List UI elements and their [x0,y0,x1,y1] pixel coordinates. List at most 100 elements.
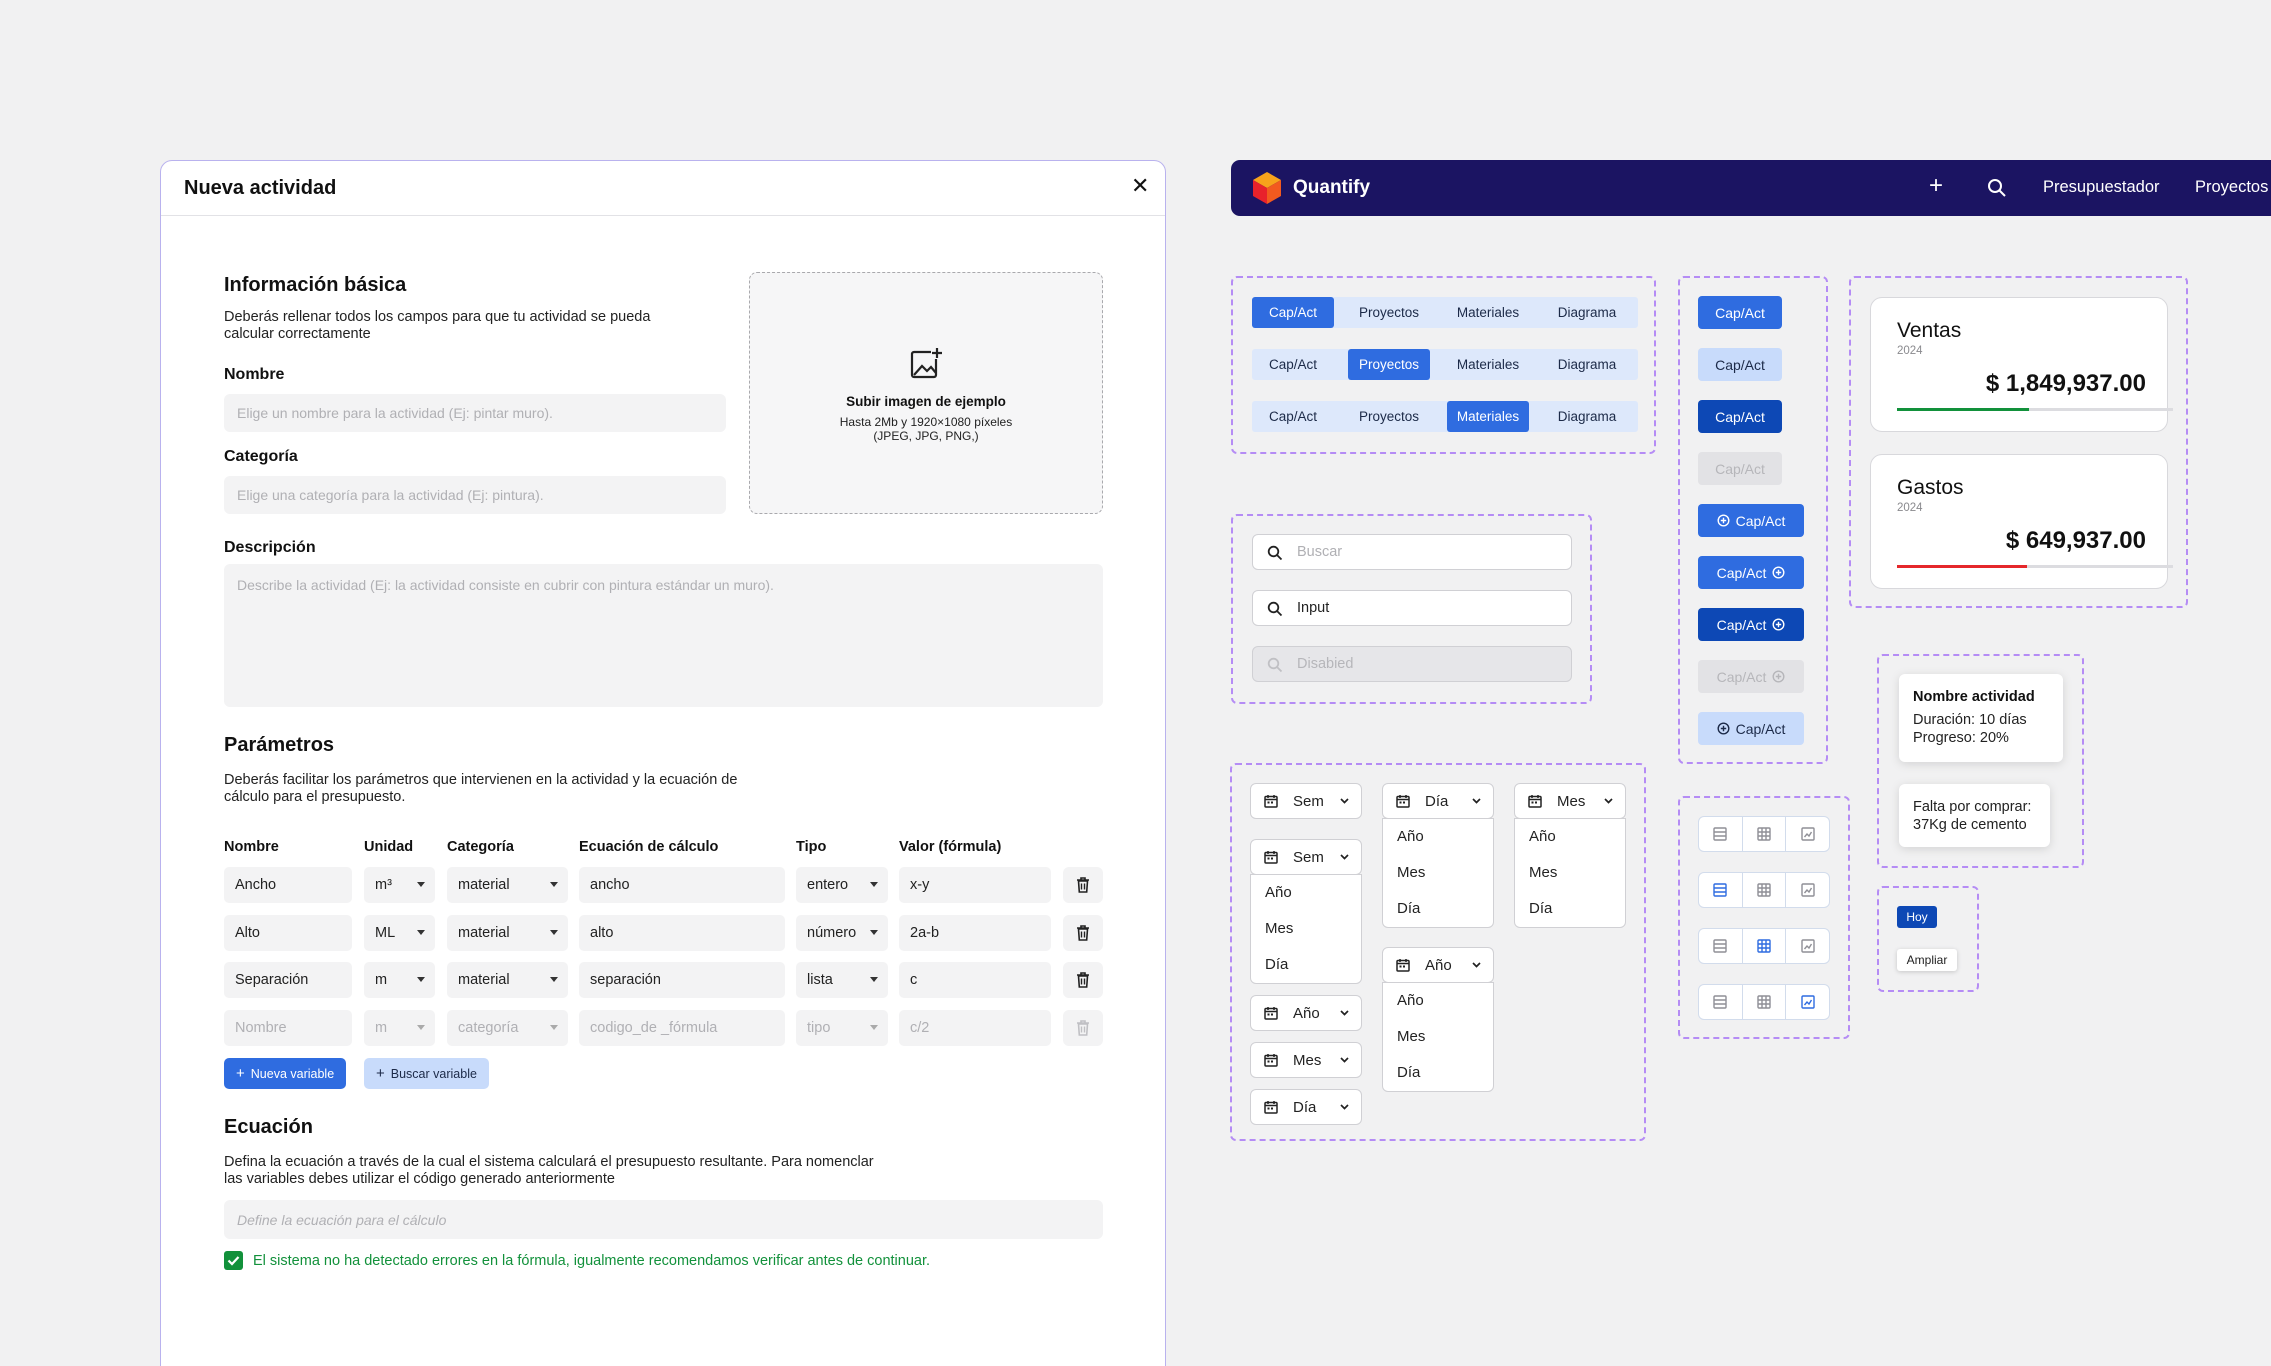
param-equation-input[interactable]: separación [579,962,785,998]
activity-name-input[interactable]: Elige un nombre para la actividad (Ej: p… [224,394,726,432]
segment-item[interactable]: Cap/Act [1252,349,1334,380]
param-category-select[interactable]: categoría [447,1009,568,1046]
dropdown-option[interactable]: Año [1515,819,1625,855]
param-name-input[interactable]: Alto [224,914,352,951]
dropdown-option[interactable]: Mes [1383,855,1493,891]
cap-act-button[interactable]: Cap/Act [1698,608,1804,641]
chevron-down-icon [1340,1057,1349,1063]
equation-input[interactable]: Define la ecuación para el cálculo [224,1200,1103,1239]
cap-act-button[interactable]: Cap/Act [1698,504,1804,537]
delete-row-button[interactable] [1063,867,1103,903]
param-name-input[interactable]: Ancho [224,867,352,903]
date-range-dropdown[interactable]: Mes [1514,783,1626,819]
segment-item[interactable]: Proyectos [1348,349,1430,380]
param-equation-input[interactable]: codigo_de _fórmula [579,1009,785,1046]
param-unit-select[interactable]: m³ [364,867,435,903]
dropdown-option[interactable]: Día [1515,891,1625,927]
segment-item[interactable]: Proyectos [1348,297,1430,328]
date-range-dropdown[interactable]: Mes [1250,1042,1362,1078]
table-view-button[interactable] [1743,929,1787,963]
top-navbar: Quantify + Presupuestador Proyectos [1231,160,2271,216]
diagram-view-button[interactable] [1786,929,1829,963]
diagram-view-button[interactable] [1786,985,1829,1019]
diagram-view-button[interactable] [1786,817,1829,851]
date-range-dropdown[interactable]: Sem [1250,839,1362,875]
search-variable-button[interactable]: + Buscar variable [364,1058,489,1089]
activity-name-placeholder: Elige un nombre para la actividad (Ej: p… [237,405,553,421]
cap-act-button[interactable]: Cap/Act [1698,348,1782,381]
param-type-select[interactable]: lista [796,962,888,998]
param-value-input[interactable]: c [899,962,1051,998]
success-check-icon [224,1251,243,1270]
add-icon[interactable]: + [1929,173,1943,199]
dropdown-option[interactable]: Año [1251,875,1361,911]
activity-category-input[interactable]: Elige una categoría para la actividad (E… [224,476,726,514]
cap-act-button[interactable]: Cap/Act [1698,556,1804,589]
table-view-button[interactable] [1743,817,1787,851]
search-input[interactable]: Buscar [1252,534,1572,570]
list-view-button[interactable] [1699,985,1743,1019]
close-icon[interactable]: ✕ [1131,176,1149,198]
diagram-view-button[interactable] [1786,873,1829,907]
dropdown-option[interactable]: Año [1383,983,1493,1019]
param-type-select[interactable]: número [796,914,888,951]
nav-link-projects[interactable]: Proyectos [2195,178,2268,197]
segment-item[interactable]: Materiales [1447,297,1529,328]
segment-item[interactable]: Diagrama [1545,401,1629,432]
param-category-select[interactable]: material [447,867,568,903]
segment-item[interactable]: Proyectos [1348,401,1430,432]
param-value-input[interactable]: c/2 [899,1009,1051,1046]
list-view-button[interactable] [1699,873,1743,907]
date-range-dropdown[interactable]: Año [1382,947,1494,983]
delete-row-button[interactable] [1063,962,1103,998]
dropdown-option[interactable]: Año [1383,819,1493,855]
param-unit-select[interactable]: m [364,962,435,998]
list-view-button[interactable] [1699,817,1743,851]
segment-item[interactable]: Materiales [1447,349,1529,380]
param-unit-select[interactable]: ML [364,914,435,951]
date-range-dropdown[interactable]: Día [1250,1089,1362,1125]
param-value-input[interactable]: 2a-b [899,914,1051,951]
delete-row-button[interactable] [1063,914,1103,951]
param-unit-select[interactable]: m [364,1009,435,1046]
param-value-input[interactable]: x-y [899,867,1051,903]
cap-act-button[interactable]: Cap/Act [1698,712,1804,745]
dropdown-option[interactable]: Día [1383,1055,1493,1091]
nav-link-budget[interactable]: Presupuestador [2043,178,2160,197]
param-type-select[interactable]: tipo [796,1009,888,1046]
date-range-dropdown[interactable]: Sem [1250,783,1362,819]
segment-item[interactable]: Diagrama [1545,349,1629,380]
param-equation-input[interactable]: alto [579,914,785,951]
param-type-select[interactable]: entero [796,867,888,903]
param-equation-input[interactable]: ancho [579,867,785,903]
dropdown-option[interactable]: Mes [1383,1019,1493,1055]
table-view-button[interactable] [1743,873,1787,907]
dropdown-option[interactable]: Día [1251,947,1361,983]
delete-row-button[interactable] [1063,1009,1103,1046]
param-name-input[interactable]: Separación [224,962,352,998]
new-variable-button[interactable]: + Nueva variable [224,1058,347,1089]
param-category-select[interactable]: material [447,914,568,951]
list-view-button[interactable] [1699,929,1743,963]
param-value-value: c [910,972,918,988]
param-category-select[interactable]: material [447,962,568,998]
date-range-dropdown[interactable]: Año [1250,995,1362,1031]
cap-act-button[interactable]: Cap/Act [1698,296,1782,329]
date-range-dropdown[interactable]: Día [1382,783,1494,819]
table-view-button[interactable] [1743,985,1787,1019]
segment-item[interactable]: Cap/Act [1252,297,1334,328]
segment-item[interactable]: Diagrama [1545,297,1629,328]
dropdown-option[interactable]: Día [1383,891,1493,927]
dropdown-option[interactable]: Mes [1515,855,1625,891]
segment-item[interactable]: Materiales [1447,401,1529,432]
search-input-filled[interactable]: Input [1252,590,1572,626]
segment-item[interactable]: Cap/Act [1252,401,1334,432]
cap-act-button[interactable]: Cap/Act [1698,400,1782,433]
expand-button[interactable]: Ampliar [1897,949,1957,971]
activity-description-textarea[interactable]: Describe la actividad (Ej: la actividad … [224,564,1103,707]
image-upload-dropzone[interactable]: Subir imagen de ejemplo Hasta 2Mb y 1920… [749,272,1103,514]
search-icon[interactable] [1987,178,2007,198]
param-name-input[interactable]: Nombre [224,1009,352,1046]
today-button[interactable]: Hoy [1897,906,1937,928]
dropdown-option[interactable]: Mes [1251,911,1361,947]
